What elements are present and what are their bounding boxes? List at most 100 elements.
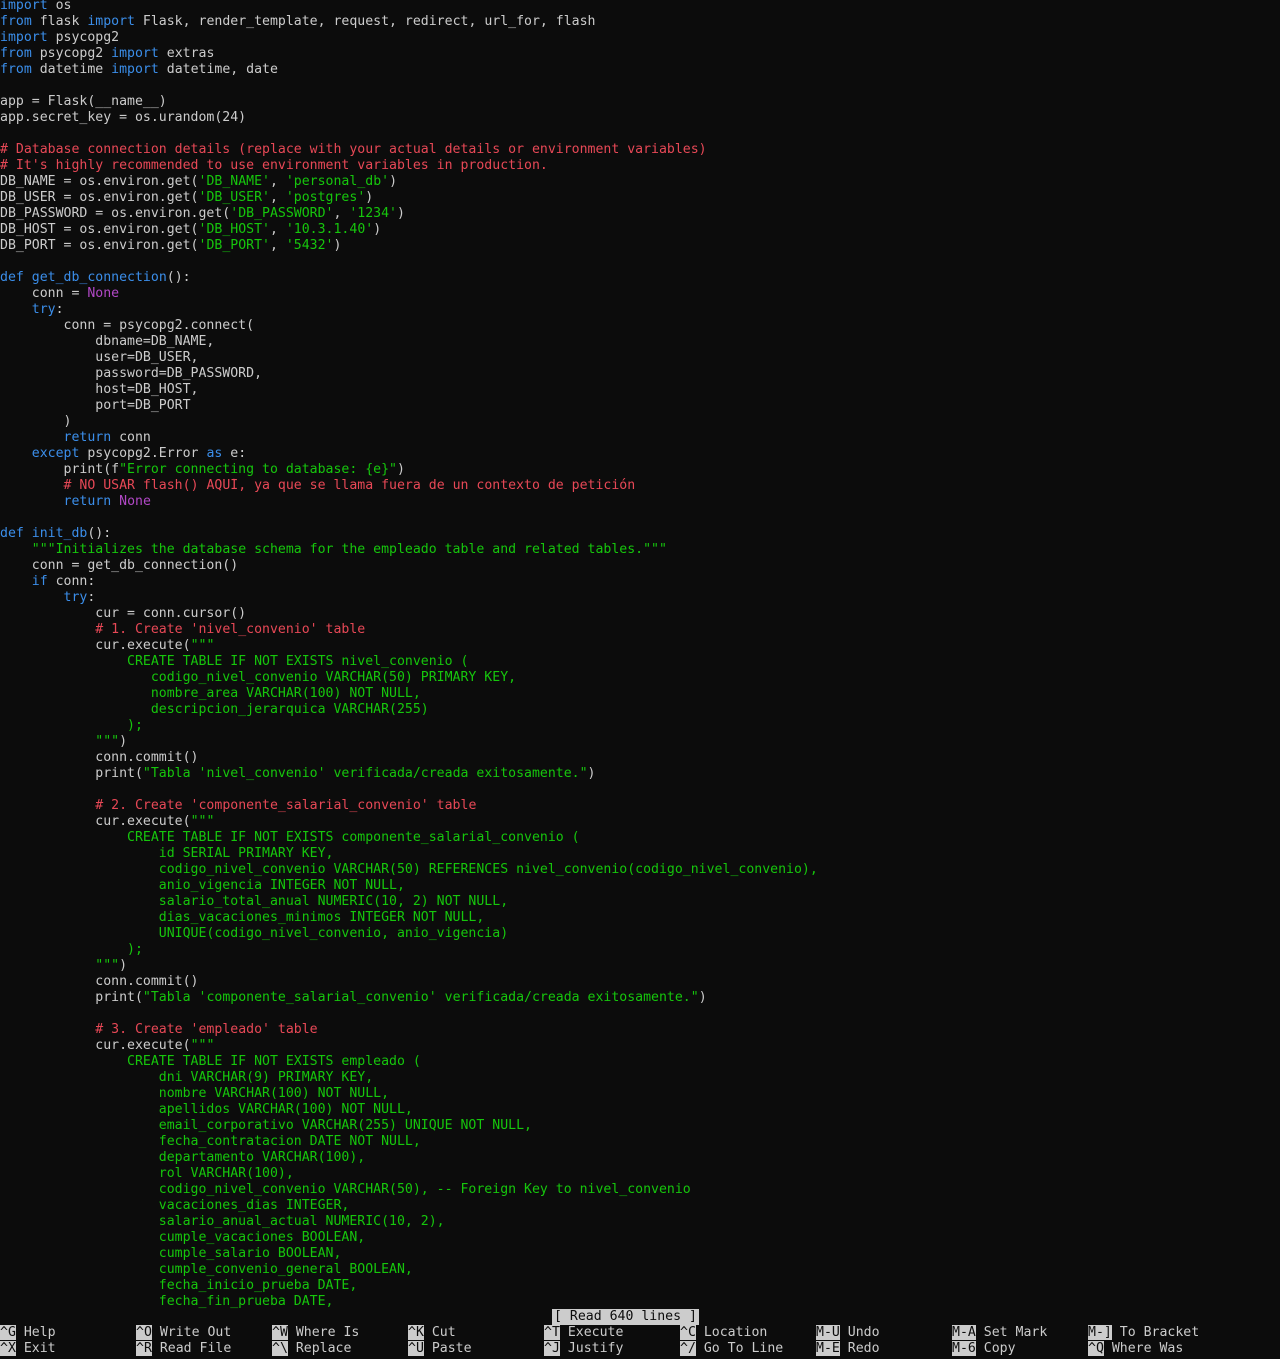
shortcut-key: M-A bbox=[952, 1325, 976, 1340]
shortcut-location[interactable]: ^C Location bbox=[680, 1325, 767, 1341]
code-token: os bbox=[47, 0, 72, 13]
code-token: ) bbox=[389, 174, 398, 189]
code-line: codigo_nivel_convenio VARCHAR(50) PRIMAR… bbox=[0, 670, 1280, 686]
code-token: """ bbox=[0, 734, 120, 749]
code-token: ) bbox=[698, 990, 707, 1005]
shortcut-bar: ^G Help ^X Exit ^O Write Out ^R Read Fil… bbox=[0, 1325, 1280, 1359]
code-token: """ bbox=[0, 958, 120, 973]
shortcut-where-is[interactable]: ^W Where Is bbox=[272, 1325, 359, 1341]
code-line: DB_PASSWORD = os.environ.get('DB_PASSWOR… bbox=[0, 206, 1280, 222]
code-line: nombre_area VARCHAR(100) NOT NULL, bbox=[0, 686, 1280, 702]
code-token: conn bbox=[111, 430, 151, 445]
shortcut-where-was[interactable]: ^Q Where Was bbox=[1088, 1341, 1183, 1357]
code-token: 'postgres' bbox=[285, 190, 366, 205]
shortcut-label: Where Was bbox=[1111, 1341, 1184, 1356]
shortcut-execute[interactable]: ^T Execute bbox=[544, 1325, 623, 1341]
code-line: email_corporativo VARCHAR(255) UNIQUE NO… bbox=[0, 1118, 1280, 1134]
shortcut-help[interactable]: ^G Help bbox=[0, 1325, 56, 1341]
shortcut-key: M-U bbox=[816, 1325, 840, 1340]
code-token: "Tabla 'componente_salarial_convenio' ve… bbox=[142, 990, 699, 1005]
code-token: ) bbox=[119, 958, 128, 973]
shortcut-go-to-line[interactable]: ^/ Go To Line bbox=[680, 1341, 783, 1357]
shortcut-to-bracket[interactable]: M-] To Bracket bbox=[1088, 1325, 1199, 1341]
code-line: cumple_convenio_general BOOLEAN, bbox=[0, 1262, 1280, 1278]
code-line: nombre VARCHAR(100) NOT NULL, bbox=[0, 1086, 1280, 1102]
code-line: salario_total_anual NUMERIC(10, 2) NOT N… bbox=[0, 894, 1280, 910]
code-editor[interactable]: import os from flask import Flask, render… bbox=[0, 0, 1280, 1310]
shortcut-key: ^G bbox=[0, 1325, 16, 1340]
code-token: try bbox=[63, 590, 88, 605]
code-line: conn.commit() bbox=[0, 750, 1280, 766]
shortcut-undo[interactable]: M-U Undo bbox=[816, 1325, 880, 1341]
code-token: dias_vacaciones_minimos INTEGER NOT NULL… bbox=[0, 910, 485, 925]
code-line: cumple_vacaciones BOOLEAN, bbox=[0, 1230, 1280, 1246]
shortcut-justify[interactable]: ^J Justify bbox=[544, 1341, 623, 1357]
code-token: id SERIAL PRIMARY KEY, bbox=[0, 846, 334, 861]
shortcut-read-file[interactable]: ^R Read File bbox=[136, 1341, 231, 1357]
code-token: # Database connection details (replace w… bbox=[0, 142, 707, 157]
code-line: dias_vacaciones_minimos INTEGER NOT NULL… bbox=[0, 910, 1280, 926]
shortcut-label: Cut bbox=[431, 1325, 456, 1340]
shortcut-set-mark[interactable]: M-A Set Mark bbox=[952, 1325, 1047, 1341]
code-line: descripcion_jerarquica VARCHAR(255) bbox=[0, 702, 1280, 718]
code-token: '1234' bbox=[349, 206, 397, 221]
shortcut-write-out[interactable]: ^O Write Out bbox=[136, 1325, 231, 1341]
shortcut-replace[interactable]: ^\ Replace bbox=[272, 1341, 351, 1357]
code-token: '10.3.1.40' bbox=[285, 222, 374, 237]
code-token: as bbox=[206, 446, 223, 461]
code-line: CREATE TABLE IF NOT EXISTS componente_sa… bbox=[0, 830, 1280, 846]
code-line: rol VARCHAR(100), bbox=[0, 1166, 1280, 1182]
shortcut-key: ^T bbox=[544, 1325, 560, 1340]
code-line: salario_anual_actual NUMERIC(10, 2), bbox=[0, 1214, 1280, 1230]
shortcut-label: Copy bbox=[983, 1341, 1016, 1356]
code-token: cur.execute( bbox=[0, 814, 191, 829]
code-line: apellidos VARCHAR(100) NOT NULL, bbox=[0, 1102, 1280, 1118]
code-token: "Tabla 'nivel_convenio' verificada/cread… bbox=[142, 766, 588, 781]
shortcut-label: Where Is bbox=[295, 1325, 360, 1340]
shortcut-cut[interactable]: ^K Cut bbox=[408, 1325, 456, 1341]
shortcut-redo[interactable]: M-E Redo bbox=[816, 1341, 880, 1357]
code-line: def get_db_connection(): bbox=[0, 270, 1280, 286]
shortcut-paste[interactable]: ^U Paste bbox=[408, 1341, 472, 1357]
shortcut-label: Justify bbox=[567, 1341, 624, 1356]
shortcut-label: Replace bbox=[295, 1341, 352, 1356]
code-token: def bbox=[0, 270, 24, 285]
code-line: host=DB_HOST, bbox=[0, 382, 1280, 398]
code-token: nombre VARCHAR(100) NOT NULL, bbox=[0, 1086, 390, 1101]
code-token: DB_USER = os.environ.get( bbox=[0, 190, 199, 205]
shortcut-label: Location bbox=[703, 1325, 768, 1340]
code-line: departamento VARCHAR(100), bbox=[0, 1150, 1280, 1166]
code-token: vacaciones_dias INTEGER, bbox=[0, 1198, 350, 1213]
shortcut-exit[interactable]: ^X Exit bbox=[0, 1341, 56, 1357]
code-token: import bbox=[111, 62, 159, 77]
code-token: : bbox=[55, 302, 64, 317]
code-line: password=DB_PASSWORD, bbox=[0, 366, 1280, 382]
code-line: ) bbox=[0, 414, 1280, 430]
code-token: ) bbox=[397, 206, 405, 221]
code-line: app = Flask(__name__) bbox=[0, 94, 1280, 110]
code-token: return bbox=[63, 430, 112, 445]
code-token: anio_vigencia INTEGER NOT NULL, bbox=[0, 878, 405, 893]
shortcut-label: Read File bbox=[159, 1341, 232, 1356]
shortcut-copy[interactable]: M-6 Copy bbox=[952, 1341, 1016, 1357]
code-token: cur.execute( bbox=[0, 1038, 191, 1053]
code-line: fecha_inicio_prueba DATE, bbox=[0, 1278, 1280, 1294]
code-token: , bbox=[333, 206, 350, 221]
code-token: cumple_convenio_general BOOLEAN, bbox=[0, 1262, 413, 1277]
code-token: , bbox=[269, 190, 286, 205]
code-token: import bbox=[0, 30, 48, 45]
code-line: if conn: bbox=[0, 574, 1280, 590]
shortcut-label: Undo bbox=[847, 1325, 880, 1340]
code-line: cumple_salario BOOLEAN, bbox=[0, 1246, 1280, 1262]
code-token: 'DB_PORT' bbox=[198, 238, 270, 253]
code-token: # 1. Create 'nivel_convenio' table bbox=[95, 622, 366, 637]
code-token: 'personal_db' bbox=[285, 174, 390, 189]
code-token: datetime bbox=[31, 62, 112, 77]
code-token: dni VARCHAR(9) PRIMARY KEY, bbox=[0, 1070, 374, 1085]
code-token: salario_total_anual NUMERIC(10, 2) NOT N… bbox=[0, 894, 509, 909]
